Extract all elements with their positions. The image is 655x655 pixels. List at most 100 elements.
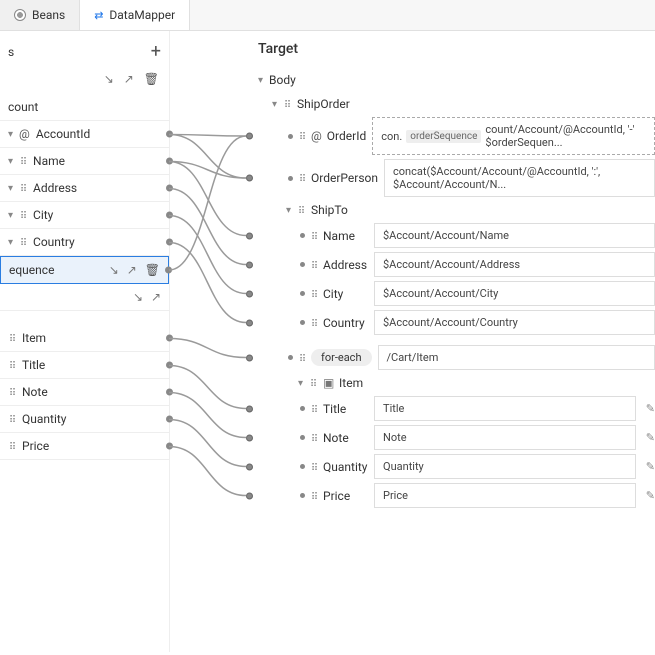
bullet-icon xyxy=(300,435,305,440)
input-port[interactable] xyxy=(246,354,253,361)
source-header-label: s xyxy=(8,45,14,59)
source-item-cart-item[interactable]: Item xyxy=(0,325,169,352)
chevron-down-icon: ▾ xyxy=(8,210,13,221)
pencil-icon[interactable]: ✎ xyxy=(646,460,655,473)
expression-input[interactable]: concat($Account/Account/@AccountId, ':',… xyxy=(384,159,655,197)
tab-beans-label: Beans xyxy=(32,8,65,22)
source-item-note[interactable]: Note xyxy=(0,379,169,406)
expression-input[interactable]: Title xyxy=(374,396,636,421)
shipto-header[interactable]: ▾ ShipTo xyxy=(258,203,655,217)
field-name: Country xyxy=(323,316,365,330)
chevron-down-icon: ▾ xyxy=(8,237,13,248)
source-item-sequence[interactable]: equence ↘ ↗ 🗑 xyxy=(0,256,169,284)
input-port[interactable] xyxy=(246,261,253,268)
collapse-in-icon[interactable]: ↘ xyxy=(109,263,119,277)
bullet-icon xyxy=(300,291,305,296)
source-item-country[interactable]: ▾ Country xyxy=(0,229,169,256)
expression-input[interactable]: $Account/Account/Address xyxy=(374,252,655,277)
pencil-icon[interactable]: ✎ xyxy=(646,489,655,502)
source-item-count[interactable]: count xyxy=(0,94,169,121)
body-label: Body xyxy=(269,73,296,87)
target-title: Target xyxy=(258,41,655,57)
grip-icon xyxy=(19,181,27,195)
field-name: Address xyxy=(323,258,367,272)
value: $Account/Account/Address xyxy=(383,258,520,271)
expression-input[interactable]: Quantity xyxy=(374,454,636,479)
collapse-in-icon[interactable]: ↘ xyxy=(104,72,114,86)
tab-datamapper[interactable]: ⇄ DataMapper xyxy=(80,0,190,30)
input-port[interactable] xyxy=(246,319,253,326)
target-label: Address xyxy=(298,258,368,272)
input-port[interactable] xyxy=(246,463,253,470)
shiporder-header[interactable]: ▾ ShipOrder xyxy=(258,97,655,111)
bullet-icon xyxy=(288,134,293,139)
source-panel: s + ↘ ↗ 🗑 count ▾ @ AccountId ▾ Name ▾ A… xyxy=(0,31,170,652)
field-name: City xyxy=(323,287,343,301)
chevron-down-icon: ▾ xyxy=(8,183,13,194)
target-label: @ OrderId xyxy=(286,129,366,143)
target-row-note: Note Note ✎ xyxy=(258,425,655,450)
body-header[interactable]: ▾ Body xyxy=(258,73,655,87)
trash-icon[interactable]: 🗑 xyxy=(145,263,160,277)
list-item-label: Country xyxy=(33,235,75,249)
grip-icon xyxy=(310,316,318,330)
source-item-city[interactable]: ▾ City xyxy=(0,202,169,229)
expression-input[interactable]: con. orderSequence count/Account/@Accoun… xyxy=(372,117,655,155)
target-row-country: Country $Account/Account/Country xyxy=(258,310,655,335)
tab-beans[interactable]: Beans xyxy=(0,0,80,30)
expand-out-icon[interactable]: ↗ xyxy=(151,290,161,304)
grip-icon xyxy=(8,358,16,372)
grip-icon xyxy=(8,385,16,399)
pencil-icon[interactable]: ✎ xyxy=(646,431,655,444)
input-port[interactable] xyxy=(246,405,253,412)
grip-icon xyxy=(310,431,318,445)
input-port[interactable] xyxy=(246,290,253,297)
expand-out-icon[interactable]: ↗ xyxy=(124,72,134,86)
beans-icon xyxy=(14,9,26,21)
collapse-in-icon[interactable]: ↘ xyxy=(133,290,143,304)
grip-icon xyxy=(19,208,27,222)
input-port[interactable] xyxy=(246,133,253,140)
source-item-title[interactable]: Title xyxy=(0,352,169,379)
grip-icon xyxy=(283,97,291,111)
list-item-label: AccountId xyxy=(36,127,90,141)
expression-input[interactable]: $Account/Account/City xyxy=(374,281,655,306)
source-item-address[interactable]: ▾ Address xyxy=(0,175,169,202)
item-header[interactable]: ▾ ▣ Item xyxy=(258,376,655,390)
source-item-quantity[interactable]: Quantity xyxy=(0,406,169,433)
source-toolbar: ↘ ↗ 🗑 xyxy=(0,68,169,94)
grip-icon xyxy=(310,402,318,416)
source-item-price[interactable]: Price xyxy=(0,433,169,460)
expand-out-icon[interactable]: ↗ xyxy=(127,263,137,277)
trash-icon[interactable]: 🗑 xyxy=(144,72,159,86)
field-name: OrderId xyxy=(327,129,366,143)
target-panel: Target ▾ Body ▾ ShipOrder @ OrderId con.… xyxy=(170,31,655,652)
expression-input[interactable]: Price xyxy=(374,483,636,508)
source-item-accountid[interactable]: ▾ @ AccountId xyxy=(0,121,169,148)
target-label: Quantity xyxy=(298,460,368,474)
add-source-icon[interactable]: + xyxy=(151,41,161,62)
target-row-price: Price Price ✎ xyxy=(258,483,655,508)
source-item-blank[interactable]: ↘ ↗ xyxy=(0,284,169,311)
input-port[interactable] xyxy=(246,175,253,182)
expression-input[interactable]: /Cart/Item xyxy=(378,345,655,370)
pencil-icon[interactable]: ✎ xyxy=(646,402,655,415)
expression-input[interactable]: Note xyxy=(374,425,636,450)
grip-icon xyxy=(310,229,318,243)
item-toolbar: ↘ ↗ 🗑 xyxy=(109,263,160,277)
expression-input[interactable]: $Account/Account/Name xyxy=(374,223,655,248)
bullet-icon xyxy=(300,320,305,325)
input-port[interactable] xyxy=(246,434,253,441)
target-row-city: City $Account/Account/City xyxy=(258,281,655,306)
grip-icon xyxy=(19,235,27,249)
input-port[interactable] xyxy=(246,232,253,239)
autocomplete-hint: orderSequence xyxy=(406,130,481,143)
value: /Cart/Item xyxy=(387,351,439,364)
cube-icon: ▣ xyxy=(323,376,333,390)
value: concat($Account/Account/@AccountId, ':',… xyxy=(393,165,646,191)
bullet-icon xyxy=(300,464,305,469)
expression-input[interactable]: $Account/Account/Country xyxy=(374,310,655,335)
shipto-label: ShipTo xyxy=(311,203,348,217)
source-item-name[interactable]: ▾ Name xyxy=(0,148,169,175)
input-port[interactable] xyxy=(246,492,253,499)
